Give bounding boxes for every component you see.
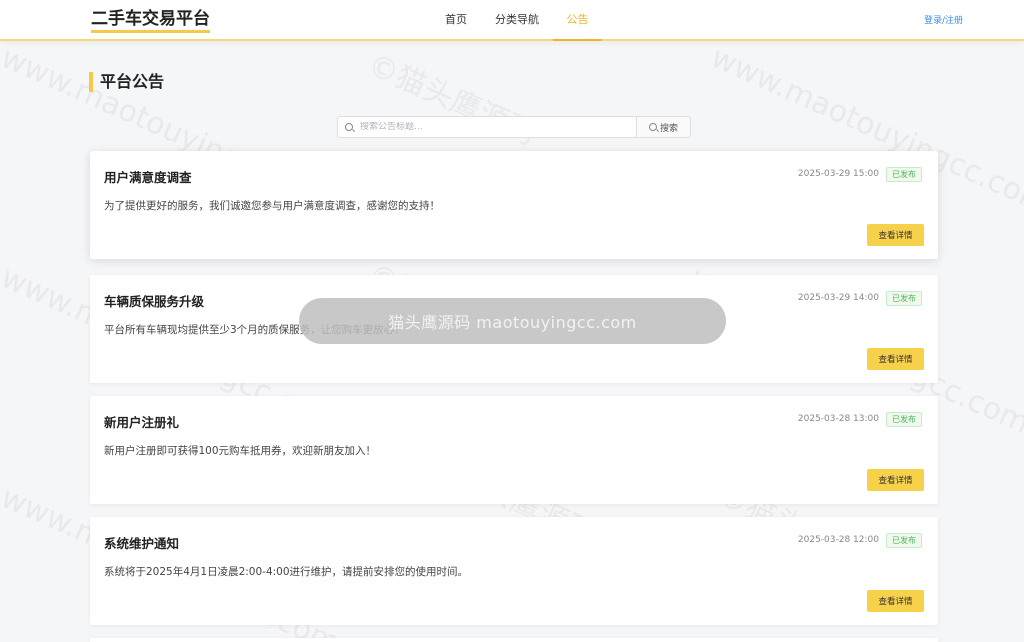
search-icon: [345, 123, 353, 131]
notice-card: 系统维护通知 2025-03-28 12:00 已发布 系统将于2025年4月1…: [90, 517, 938, 625]
view-details-button[interactable]: 查看详情: [867, 224, 924, 246]
search-button[interactable]: 搜索: [636, 116, 691, 138]
notice-content: 系统将于2025年4月1日凌晨2:00-4:00进行维护，请提前安排您的使用时间…: [104, 566, 469, 578]
notice-content: 为了提供更好的服务，我们诚邀您参与用户满意度调查，感谢您的支持！: [104, 200, 440, 212]
nav-announcements[interactable]: 公告: [553, 0, 602, 41]
view-details-button[interactable]: 查看详情: [867, 590, 924, 612]
status-badge: 已发布: [886, 291, 922, 306]
notice-time: 2025-03-28 12:00: [797, 535, 879, 545]
search-box[interactable]: [337, 116, 637, 138]
status-badge: 已发布: [886, 167, 922, 182]
top-navbar: 二手车交易平台 首页 分类导航 公告 登录/注册: [0, 0, 1024, 41]
view-details-button[interactable]: 查看详情: [867, 469, 924, 491]
search-input[interactable]: [360, 122, 620, 132]
notice-time: 2025-03-29 14:00: [797, 293, 879, 303]
notice-title: 车辆质保服务升级: [104, 294, 205, 309]
view-details-button[interactable]: 查看详情: [867, 348, 924, 370]
notice-title: 用户满意度调查: [104, 170, 192, 185]
nav-home[interactable]: 首页: [436, 0, 476, 41]
notice-title: 新用户注册礼: [104, 415, 180, 430]
login-register-link[interactable]: 登录/注册: [880, 13, 963, 26]
notice-card-partial: [90, 638, 938, 642]
page-title: 平台公告: [89, 72, 164, 92]
notice-title: 系统维护通知: [104, 536, 180, 551]
notice-card: 新用户注册礼 2025-03-28 13:00 已发布 新用户注册即可获得100…: [90, 396, 938, 504]
notice-card: 用户满意度调查 2025-03-29 15:00 已发布 为了提供更好的服务，我…: [90, 151, 938, 259]
search-button-label: 搜索: [659, 123, 678, 134]
site-logo[interactable]: 二手车交易平台: [91, 9, 210, 33]
notice-time: 2025-03-28 13:00: [797, 414, 879, 424]
notice-content: 新用户注册即可获得100元购车抵用券，欢迎新朋友加入！: [104, 445, 377, 457]
notice-time: 2025-03-29 15:00: [797, 169, 879, 179]
search-icon: [648, 123, 657, 131]
watermark-toast: 猫头鹰源码 maotouyingcc.com: [299, 298, 726, 344]
status-badge: 已发布: [886, 533, 922, 548]
nav-category[interactable]: 分类导航: [488, 0, 546, 41]
status-badge: 已发布: [886, 412, 922, 427]
